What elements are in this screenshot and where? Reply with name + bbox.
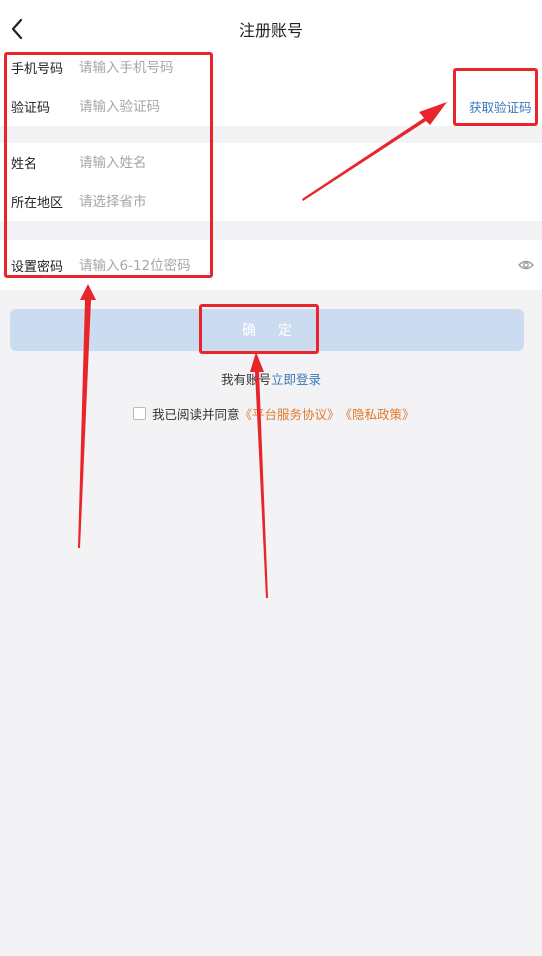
login-prefix: 我有账号 — [220, 372, 271, 387]
annotation-box-confirm — [199, 304, 319, 354]
agreement-prefix: 我已阅读并同意 — [152, 407, 240, 422]
privacy-link[interactable]: 《隐私政策》 — [340, 404, 415, 423]
terms-link[interactable]: 《平台服务协议》 — [240, 404, 340, 423]
agree-checkbox[interactable] — [133, 407, 146, 420]
login-link[interactable]: 立即登录 — [271, 372, 321, 387]
login-prompt: 我有账号立即登录 — [0, 369, 542, 388]
annotation-box-form — [4, 52, 213, 278]
eye-icon[interactable] — [518, 258, 534, 272]
annotation-box-get-code — [453, 68, 538, 126]
page-title: 注册账号 — [238, 21, 303, 40]
arrow-to-confirm — [250, 352, 268, 598]
agreement-row: 我已阅读并同意 《平台服务协议》 《隐私政策》 — [133, 404, 415, 423]
